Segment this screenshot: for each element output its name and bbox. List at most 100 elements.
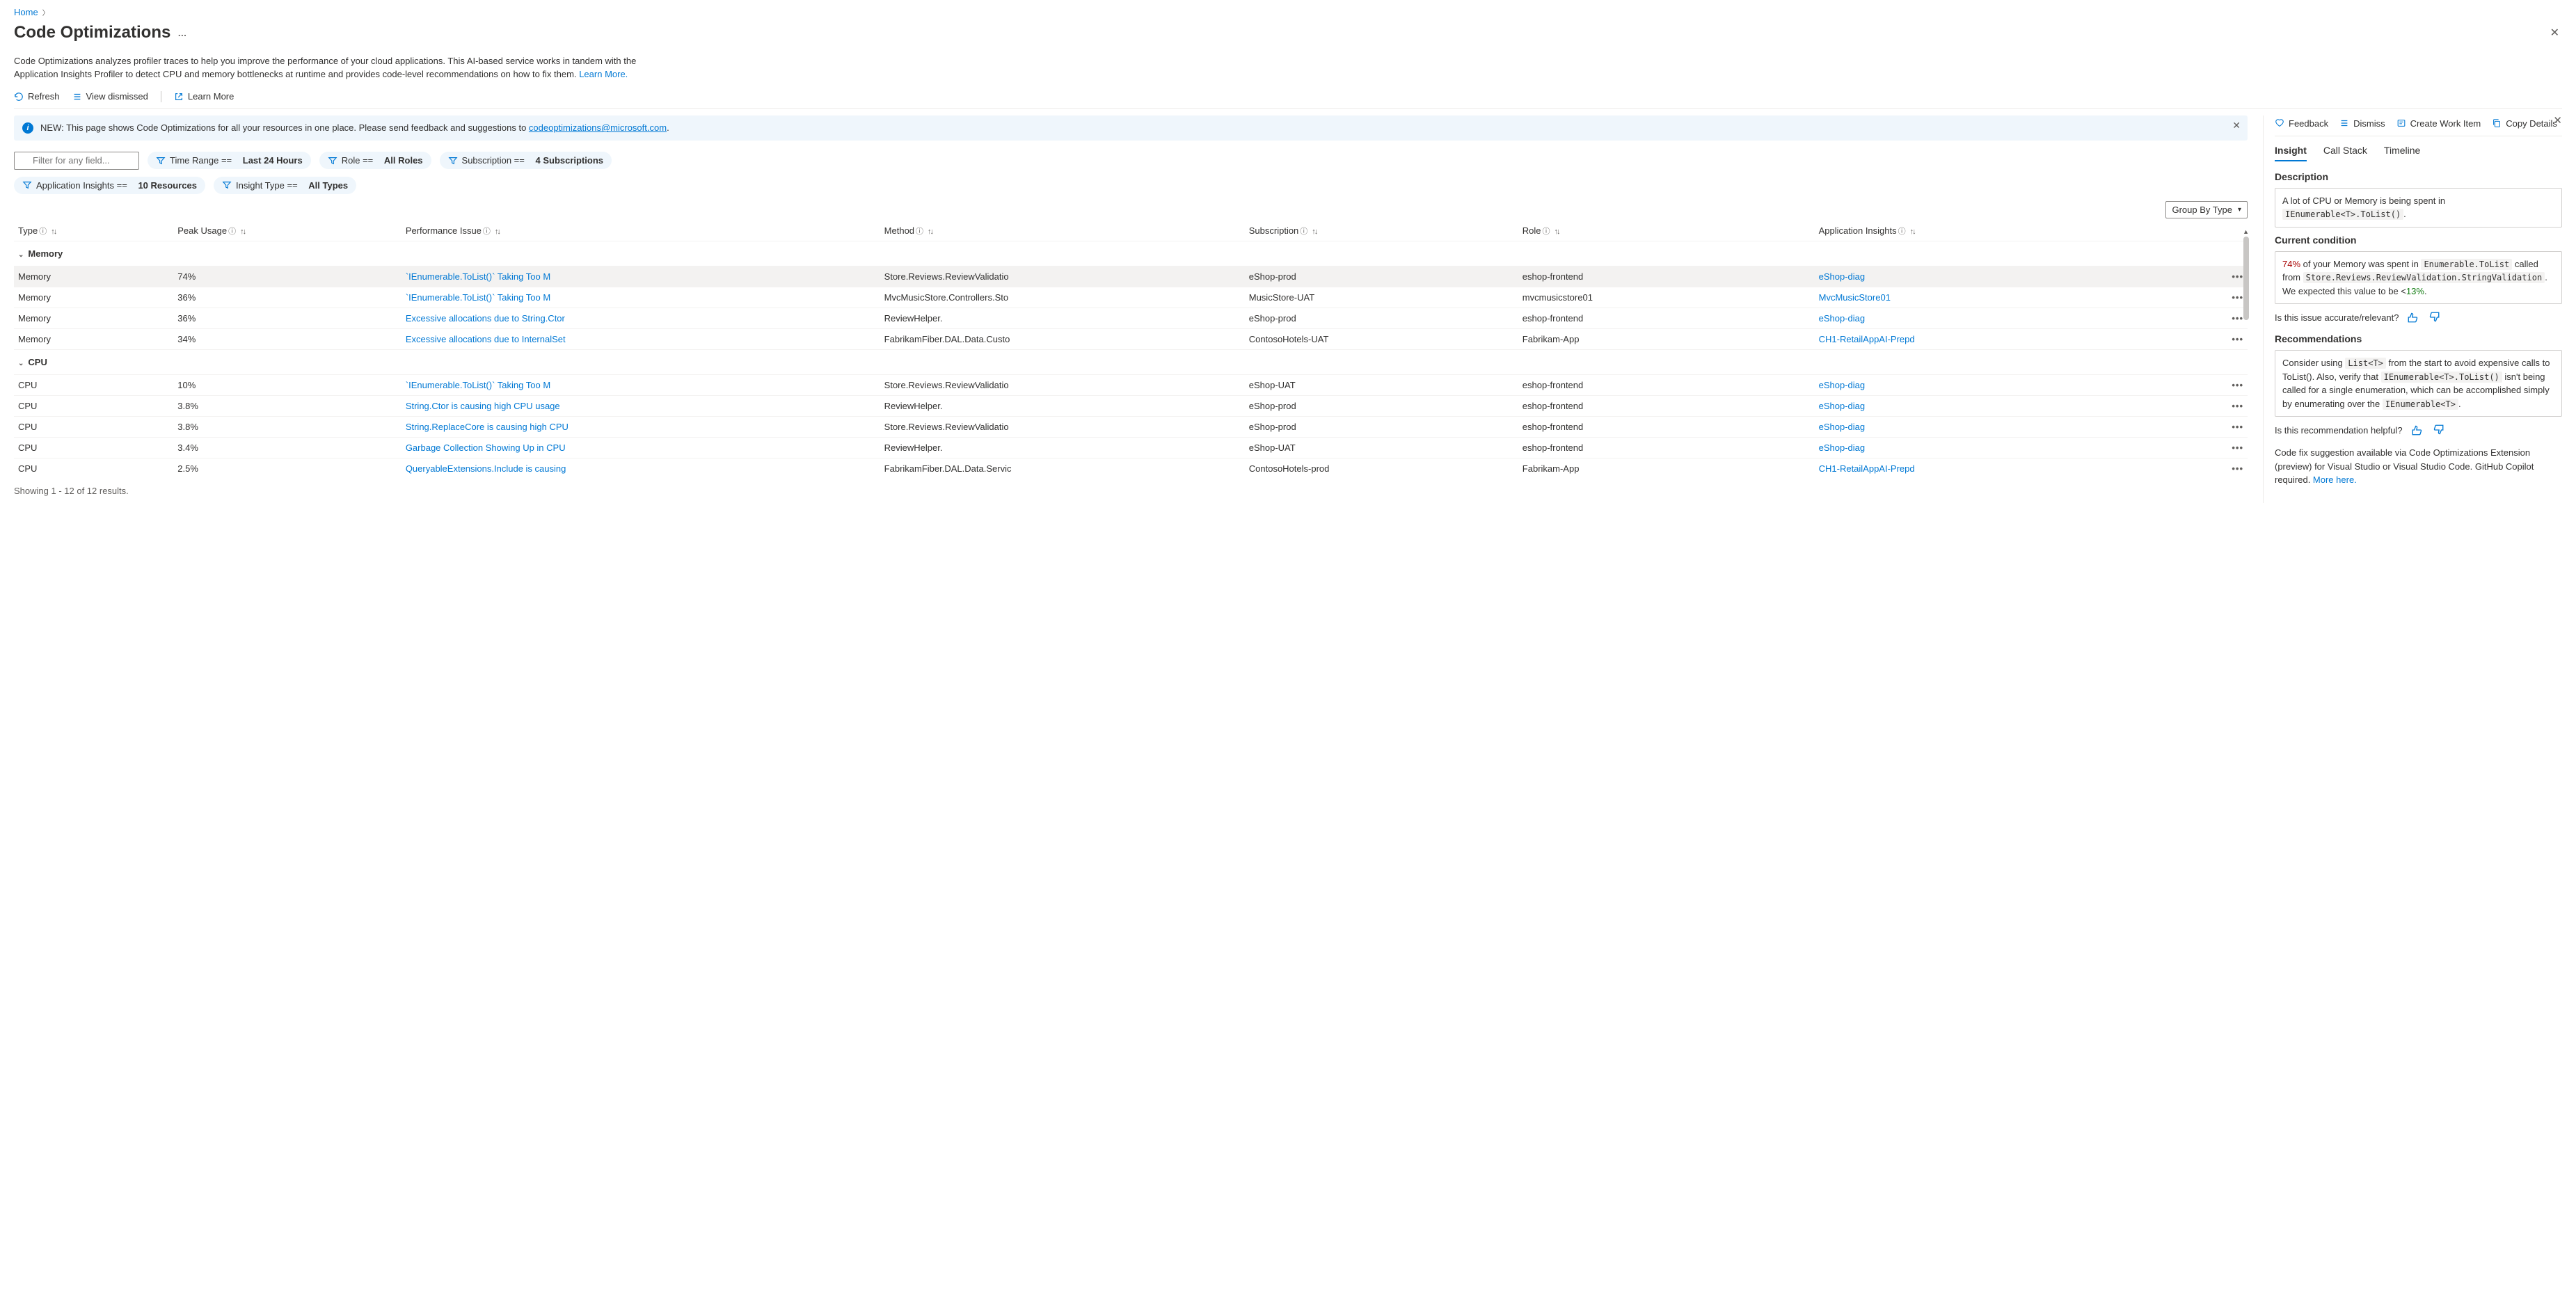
cell-ai: eShop-diag xyxy=(1815,308,2156,328)
cell-type: Memory xyxy=(14,287,173,308)
col-method[interactable]: Methodⓘ↑↓ xyxy=(880,221,1245,241)
filter-input[interactable] xyxy=(14,152,139,170)
cell-peak: 34% xyxy=(173,328,401,349)
table-row[interactable]: Memory74% `IEnumerable.ToList()` Taking T… xyxy=(14,266,2248,287)
view-dismissed-button[interactable]: View dismissed xyxy=(72,91,148,102)
issue-link[interactable]: QueryableExtensions.Include is causing xyxy=(406,463,566,474)
helpful-question: Is this recommendation helpful? xyxy=(2275,425,2403,436)
code-fix-note: Code fix suggestion available via Code O… xyxy=(2275,446,2562,487)
col-type[interactable]: Typeⓘ↑↓ xyxy=(14,221,173,241)
table-row[interactable]: CPU3.8%String.Ctor is causing high CPU u… xyxy=(14,395,2248,416)
dismiss-button[interactable]: Dismiss xyxy=(2339,118,2385,129)
issue-link[interactable]: `IEnumerable.ToList()` Taking Too M xyxy=(406,271,550,282)
tab-callstack[interactable]: Call Stack xyxy=(2323,145,2367,161)
row-more-button[interactable]: ••• xyxy=(2156,374,2248,395)
group-by-dropdown[interactable]: Group By Type ▾ xyxy=(2165,201,2248,218)
panel-close-button[interactable]: ✕ xyxy=(2553,114,2562,127)
issue-link[interactable]: Excessive allocations due to InternalSet xyxy=(406,334,566,344)
row-more-button[interactable]: ••• xyxy=(2156,437,2248,458)
issue-link[interactable]: String.Ctor is causing high CPU usage xyxy=(406,401,560,411)
ai-link[interactable]: eShop-diag xyxy=(1819,313,1866,324)
col-issue[interactable]: Performance Issueⓘ↑↓ xyxy=(401,221,880,241)
row-more-button[interactable]: ••• xyxy=(2156,416,2248,437)
results-table: Typeⓘ↑↓ Peak Usageⓘ↑↓ Performance Issueⓘ… xyxy=(14,221,2248,479)
learn-more-button[interactable]: Learn More xyxy=(174,91,234,102)
row-more-button[interactable]: ••• xyxy=(2156,308,2248,328)
table-row[interactable]: CPU10%`IEnumerable.ToList()` Taking Too … xyxy=(14,374,2248,395)
cell-peak: 3.8% xyxy=(173,395,401,416)
cell-peak: 10% xyxy=(173,374,401,395)
cell-method: FabrikamFiber.DAL.Data.Servic xyxy=(880,458,1245,479)
cell-subscription: eShop-prod xyxy=(1245,308,1518,328)
issue-link[interactable]: Excessive allocations due to String.Ctor xyxy=(406,313,565,324)
row-more-button[interactable]: ••• xyxy=(2156,395,2248,416)
table-row[interactable]: Memory36%`IEnumerable.ToList()` Taking T… xyxy=(14,287,2248,308)
create-work-item-button[interactable]: Create Work Item xyxy=(2396,118,2481,129)
group-row[interactable]: ⌄CPU xyxy=(14,349,2248,374)
tab-insight[interactable]: Insight xyxy=(2275,145,2307,161)
copy-details-button[interactable]: Copy Details xyxy=(2492,118,2557,129)
cell-role: eshop-frontend xyxy=(1518,308,1815,328)
thumb-down-button[interactable] xyxy=(2428,311,2440,324)
thumb-down-button[interactable] xyxy=(2432,424,2444,436)
intro-learn-more-link[interactable]: Learn More. xyxy=(579,69,628,79)
row-more-button[interactable]: ••• xyxy=(2156,287,2248,308)
row-more-button[interactable]: ••• xyxy=(2156,328,2248,349)
refresh-icon xyxy=(14,92,24,102)
col-role[interactable]: Roleⓘ↑↓ xyxy=(1518,221,1815,241)
scrollbar-thumb[interactable] xyxy=(2243,237,2249,320)
cell-peak: 3.4% xyxy=(173,437,401,458)
breadcrumb-home[interactable]: Home xyxy=(14,7,38,17)
heart-icon xyxy=(2275,118,2284,128)
ai-link[interactable]: eShop-diag xyxy=(1819,422,1866,432)
cell-type: CPU xyxy=(14,416,173,437)
subscription-filter[interactable]: Subscription == 4 Subscriptions xyxy=(440,152,612,169)
row-more-button[interactable]: ••• xyxy=(2156,266,2248,287)
col-ai[interactable]: Application Insightsⓘ↑↓ xyxy=(1815,221,2156,241)
issue-link[interactable]: Garbage Collection Showing Up in CPU xyxy=(406,442,566,453)
issue-link[interactable]: `IEnumerable.ToList()` Taking Too M xyxy=(406,380,550,390)
refresh-button[interactable]: Refresh xyxy=(14,91,60,102)
issue-link[interactable]: String.ReplaceCore is causing high CPU xyxy=(406,422,569,432)
insight-type-filter[interactable]: Insight Type == All Types xyxy=(214,177,356,194)
table-row[interactable]: CPU3.4% Garbage Collection Showing Up in … xyxy=(14,437,2248,458)
time-range-filter[interactable]: Time Range == Last 24 Hours xyxy=(148,152,311,169)
cell-issue: QueryableExtensions.Include is causing xyxy=(401,458,880,479)
cell-type: Memory xyxy=(14,266,173,287)
col-peak[interactable]: Peak Usageⓘ↑↓ xyxy=(173,221,401,241)
close-blade-button[interactable]: ✕ xyxy=(2550,26,2559,40)
app-insights-filter[interactable]: Application Insights == 10 Resources xyxy=(14,177,205,194)
table-row[interactable]: CPU2.5%QueryableExtensions.Include is ca… xyxy=(14,458,2248,479)
ai-link[interactable]: eShop-diag xyxy=(1819,401,1866,411)
banner-close-button[interactable]: ✕ xyxy=(2232,120,2241,131)
ai-link[interactable]: CH1-RetailAppAI-Prepd xyxy=(1819,463,1915,474)
col-subscription[interactable]: Subscriptionⓘ↑↓ xyxy=(1245,221,1518,241)
table-row[interactable]: Memory36%Excessive allocations due to St… xyxy=(14,308,2248,328)
cell-peak: 74% xyxy=(173,266,401,287)
table-row[interactable]: Memory34%Excessive allocations due to In… xyxy=(14,328,2248,349)
role-filter[interactable]: Role == All Roles xyxy=(319,152,431,169)
more-here-link[interactable]: More here. xyxy=(2313,474,2357,485)
table-row[interactable]: CPU3.8%String.ReplaceCore is causing hig… xyxy=(14,416,2248,437)
more-actions-button[interactable]: … xyxy=(177,28,187,38)
cell-subscription: eShop-prod xyxy=(1245,266,1518,287)
cell-method: ReviewHelper. xyxy=(880,395,1245,416)
cell-type: CPU xyxy=(14,437,173,458)
copy-icon xyxy=(2492,118,2502,128)
tab-timeline[interactable]: Timeline xyxy=(2384,145,2420,161)
ai-link[interactable]: eShop-diag xyxy=(1819,380,1866,390)
row-more-button[interactable]: ••• xyxy=(2156,458,2248,479)
feedback-button[interactable]: Feedback xyxy=(2275,118,2328,129)
banner-email-link[interactable]: codeoptimizations@microsoft.com xyxy=(529,122,667,133)
cell-peak: 36% xyxy=(173,308,401,328)
thumb-up-button[interactable] xyxy=(2411,424,2424,436)
ai-link[interactable]: eShop-diag xyxy=(1819,271,1866,282)
ai-link[interactable]: CH1-RetailAppAI-Prepd xyxy=(1819,334,1915,344)
description-heading: Description xyxy=(2275,171,2562,182)
ai-link[interactable]: MvcMusicStore01 xyxy=(1819,292,1891,303)
issue-link[interactable]: `IEnumerable.ToList()` Taking Too M xyxy=(406,292,550,303)
cell-issue: Excessive allocations due to InternalSet xyxy=(401,328,880,349)
group-row[interactable]: ⌄Memory xyxy=(14,241,2248,266)
ai-link[interactable]: eShop-diag xyxy=(1819,442,1866,453)
thumb-up-button[interactable] xyxy=(2407,311,2419,324)
